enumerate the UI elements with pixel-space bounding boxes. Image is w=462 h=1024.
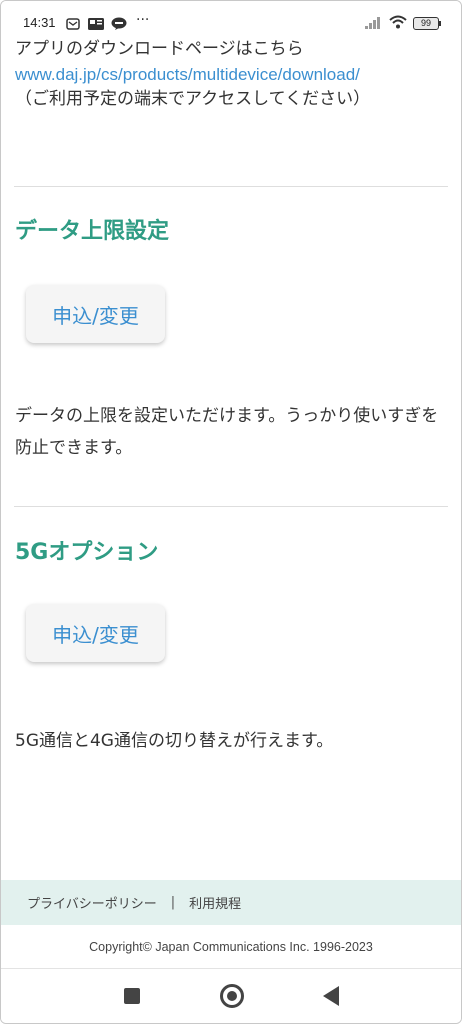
section-divider bbox=[14, 506, 448, 507]
terms-link[interactable]: 利用規程 bbox=[189, 893, 241, 912]
access-note-text: （ご利用予定の端末でアクセスしてください） bbox=[15, 89, 371, 109]
footer-links: プライバシーポリシー | 利用規程 bbox=[1, 880, 461, 925]
signal-icon bbox=[365, 14, 383, 33]
status-right-group: 99 bbox=[365, 14, 441, 33]
battery-icon: 99 bbox=[413, 17, 441, 30]
copyright-text: Copyright© Japan Communications Inc. 199… bbox=[1, 925, 461, 969]
5g-option-apply-button[interactable]: 申込/変更 bbox=[26, 604, 165, 662]
download-link[interactable]: www.daj.jp/cs/products/multidevice/downl… bbox=[15, 62, 447, 87]
news-notification-icon bbox=[88, 15, 104, 34]
section-divider bbox=[14, 186, 448, 187]
download-intro-text: アプリのダウンロードページはこちら bbox=[15, 39, 304, 59]
status-time: 14:31 bbox=[23, 15, 56, 30]
5g-option-description: 5G通信と4G通信の切り替えが行えます。 bbox=[15, 731, 334, 751]
section-title-data-limit: データ上限設定 bbox=[15, 219, 170, 244]
data-limit-description: データの上限を設定いただけます。うっかり使いすぎを防止できます。 bbox=[15, 406, 439, 458]
privacy-policy-link[interactable]: プライバシーポリシー bbox=[27, 893, 157, 912]
more-notifications-indicator: ··· bbox=[136, 12, 150, 28]
home-icon[interactable] bbox=[220, 984, 244, 1008]
mail-notification-icon bbox=[66, 15, 80, 34]
phone-screen: 14:31 ··· 99 アプリのダウンロードページはこちら www.daj.j… bbox=[0, 0, 462, 1024]
line-app-icon bbox=[111, 15, 127, 34]
section-title-5g-option: 5Gオプション bbox=[15, 540, 159, 565]
status-bar: 14:31 ··· 99 bbox=[1, 1, 461, 37]
intro-block: アプリのダウンロードページはこちら www.daj.jp/cs/products… bbox=[15, 37, 447, 112]
recent-apps-icon[interactable] bbox=[124, 988, 140, 1004]
footer-separator: | bbox=[170, 895, 176, 910]
wifi-icon bbox=[389, 14, 407, 33]
system-navigation-bar bbox=[1, 970, 461, 1023]
data-limit-apply-button[interactable]: 申込/変更 bbox=[26, 285, 165, 343]
back-icon[interactable] bbox=[323, 986, 339, 1006]
